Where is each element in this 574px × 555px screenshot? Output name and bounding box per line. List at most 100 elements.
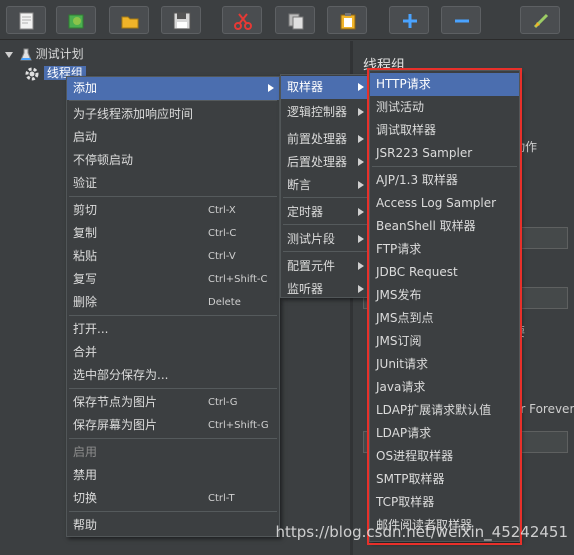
menu-item-label: 删除 (73, 295, 98, 309)
add-submenu-item[interactable]: 取样器 (281, 76, 369, 99)
submenu-arrow-icon (358, 208, 364, 216)
new-icon (19, 12, 34, 30)
context-menu-item[interactable]: 禁用 (67, 464, 279, 487)
add-submenu-item[interactable]: 前置处理器 (281, 128, 369, 151)
menu-item-shortcut: Ctrl-T (208, 493, 235, 504)
menu-item-label: TCP取样器 (376, 495, 435, 509)
context-menu-item[interactable]: 启动 (67, 126, 279, 149)
context-menu-item[interactable]: 帮助 (67, 514, 279, 537)
menu-separator (283, 197, 367, 198)
menu-item-label: JDBC Request (376, 265, 458, 279)
sampler-menu-item[interactable]: LDAP扩展请求默认值 (370, 399, 519, 422)
menu-item-label: 调试取样器 (376, 123, 437, 137)
context-menu-item[interactable]: 添加 (67, 77, 279, 100)
menu-separator (69, 388, 277, 389)
sampler-menu-item[interactable]: HTTP请求 (370, 73, 519, 96)
context-menu-item[interactable]: 不停顿启动 (67, 149, 279, 172)
copy-icon (288, 13, 304, 30)
sampler-menu-item[interactable]: Access Log Sampler (370, 192, 519, 215)
context-menu-item[interactable]: 保存屏幕为图片 Ctrl+Shift-G (67, 414, 279, 437)
context-menu-item[interactable]: 验证 (67, 172, 279, 195)
sampler-menu-item[interactable]: JMS发布 (370, 284, 519, 307)
submenu-arrow-icon (358, 83, 364, 91)
open-icon (121, 16, 139, 29)
context-menu-item[interactable]: 复制 Ctrl-C (67, 222, 279, 245)
menu-item-label: 定时器 (287, 205, 324, 219)
add-submenu-item[interactable]: 定时器 (281, 201, 369, 224)
new-button[interactable] (6, 6, 46, 34)
gear-icon (25, 67, 39, 80)
context-menu-item[interactable]: 粘贴 Ctrl-V (67, 245, 279, 268)
menu-separator (69, 196, 277, 197)
menu-item-label: JSR223 Sampler (376, 146, 473, 160)
add-submenu-item[interactable]: 监听器 (281, 278, 369, 301)
menu-item-label: 复制 (73, 226, 98, 240)
toggle-icon (533, 13, 549, 29)
menu-item-label: 保存节点为图片 (73, 395, 158, 409)
menu-separator (69, 438, 277, 439)
menu-item-shortcut: Ctrl-C (208, 228, 237, 239)
menu-item-label: 选中部分保存为... (73, 368, 169, 382)
menu-item-label: 复写 (73, 272, 98, 286)
context-menu-item[interactable]: 合并 (67, 341, 279, 364)
cut-button[interactable] (222, 6, 262, 34)
sampler-menu-item[interactable]: JMS点到点 (370, 307, 519, 330)
sampler-menu-item[interactable]: 测试活动 (370, 96, 519, 119)
save-button[interactable] (161, 6, 201, 34)
menu-item-shortcut: Ctrl+Shift-C (208, 274, 268, 285)
menu-item-label: 切换 (73, 491, 98, 505)
sampler-menu-item[interactable]: AJP/1.3 取样器 (370, 169, 519, 192)
submenu-arrow-icon (358, 262, 364, 270)
sampler-menu-item[interactable]: LDAP请求 (370, 422, 519, 445)
expand-button[interactable] (389, 6, 429, 34)
sampler-menu-item[interactable]: FTP请求 (370, 238, 519, 261)
sampler-menu-item[interactable]: Java请求 (370, 376, 519, 399)
paste-button[interactable] (327, 6, 367, 34)
menu-separator (283, 224, 367, 225)
collapse-button[interactable] (441, 6, 481, 34)
context-menu-item[interactable]: 为子线程添加响应时间 (67, 103, 279, 126)
menu-item-shortcut: Ctrl+Shift-G (208, 420, 269, 431)
submenu-arrow-icon (358, 181, 364, 189)
add-submenu-item[interactable]: 逻辑控制器 (281, 101, 369, 124)
sampler-menu-item[interactable]: 调试取样器 (370, 119, 519, 142)
sampler-menu-item[interactable]: OS进程取样器 (370, 445, 519, 468)
menu-item-label: 测试活动 (376, 100, 425, 114)
menu-item-label: JMS订阅 (376, 334, 422, 348)
toolbar (0, 0, 574, 40)
templates-button[interactable] (56, 6, 96, 34)
context-menu-item[interactable]: 切换 Ctrl-T (67, 487, 279, 510)
sampler-menu-item[interactable]: JSR223 Sampler (370, 142, 519, 165)
context-menu-item[interactable]: 打开... (67, 318, 279, 341)
menu-item-label: 配置元件 (287, 259, 336, 273)
add-submenu-item[interactable]: 后置处理器 (281, 151, 369, 174)
sampler-menu-item[interactable]: JUnit请求 (370, 353, 519, 376)
submenu-arrow-icon (358, 135, 364, 143)
context-menu-item[interactable]: 复写 Ctrl+Shift-C (67, 268, 279, 291)
context-menu-item[interactable]: 选中部分保存为... (67, 364, 279, 387)
toggle-button[interactable] (520, 6, 560, 34)
menu-item-label: LDAP请求 (376, 426, 432, 440)
menu-item-shortcut: Ctrl-X (208, 205, 236, 216)
tree-node-test-plan[interactable]: 测试计划 (4, 45, 84, 63)
add-submenu-item[interactable]: 断言 (281, 174, 369, 197)
context-menu-item: 启用 (67, 441, 279, 464)
menu-item-label: FTP请求 (376, 242, 422, 256)
open-button[interactable] (109, 6, 149, 34)
copy-button[interactable] (275, 6, 315, 34)
add-submenu-item[interactable]: 配置元件 (281, 255, 369, 278)
menu-item-label: 禁用 (73, 468, 98, 482)
context-menu-item[interactable]: 删除 Delete (67, 291, 279, 314)
sampler-menu-item[interactable]: BeanShell 取样器 (370, 215, 519, 238)
sampler-menu-item[interactable]: SMTP取样器 (370, 468, 519, 491)
sampler-menu-item[interactable]: JDBC Request (370, 261, 519, 284)
menu-item-shortcut: Ctrl-G (208, 397, 238, 408)
context-menu-item[interactable]: 保存节点为图片 Ctrl-G (67, 391, 279, 414)
menu-item-label: JMS点到点 (376, 311, 434, 325)
submenu-arrow-icon (358, 235, 364, 243)
add-submenu-item[interactable]: 测试片段 (281, 228, 369, 251)
sampler-menu-item[interactable]: JMS订阅 (370, 330, 519, 353)
context-menu-item[interactable]: 剪切 Ctrl-X (67, 199, 279, 222)
menu-item-label: 取样器 (287, 80, 324, 94)
sampler-menu-item[interactable]: TCP取样器 (370, 491, 519, 514)
